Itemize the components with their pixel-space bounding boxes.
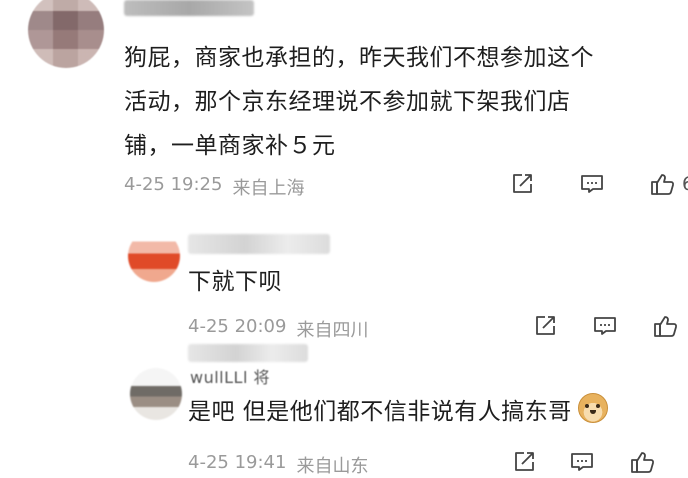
comment-location: 来自上海 (232, 178, 305, 199)
comment-date: 4-25 20:09 (188, 316, 287, 337)
reply-item: wullLLl 将 是吧 但是他们都不信非说有人搞东哥 4-25 19:41 来… (0, 344, 688, 478)
author-name-blurred[interactable] (188, 234, 330, 254)
comment-meta: 4-25 19:25 来自上海 (124, 174, 304, 200)
comment-text-line: 铺，一单商家补５元 (124, 133, 336, 159)
reply-button[interactable] (568, 448, 596, 476)
reply-icon (571, 453, 593, 471)
comment-text-line: 下就下呗 (188, 269, 282, 295)
reply-icon (594, 317, 616, 335)
comment-text: 是吧 但是他们都不信非说有人搞东哥 (188, 390, 608, 434)
comment-location: 来自四川 (296, 320, 369, 341)
avatar[interactable] (130, 368, 182, 420)
comment-item: 狗屁，商家也承担的，昨天我们不想参加这个 活动，那个京东经理说不参加就下架我们店… (0, 0, 688, 210)
reply-icon (581, 175, 603, 193)
author-name-partial[interactable]: wullLLl 将 (190, 364, 270, 388)
share-button[interactable] (531, 312, 559, 340)
comment-text-line: 狗屁，商家也承担的，昨天我们不想参加这个 (124, 45, 594, 71)
like-count: 6 (682, 173, 688, 195)
comment-meta: 4-25 19:41 来自山东 (188, 452, 368, 478)
avatar[interactable] (128, 230, 180, 282)
like-button[interactable] (651, 312, 679, 340)
thumbs-up-icon (631, 452, 655, 473)
like-button[interactable] (628, 448, 656, 476)
author-name-blurred[interactable] (188, 344, 308, 362)
reply-item: 下就下呗 4-25 20:09 来自四川 (0, 222, 688, 350)
share-icon (513, 174, 532, 193)
doge-emoji-icon (577, 393, 608, 423)
comment-text-line: 是吧 但是他们都不信非说有人搞东哥 (188, 399, 572, 425)
comment-date: 4-25 19:41 (188, 452, 287, 473)
thumbs-up-icon (654, 316, 678, 337)
reply-button[interactable] (578, 170, 606, 198)
thumbs-up-icon (651, 174, 675, 195)
share-button[interactable] (508, 170, 536, 198)
comment-date: 4-25 19:25 (124, 174, 223, 195)
author-name-blurred[interactable] (124, 0, 254, 16)
comment-actions: 6 (508, 170, 688, 198)
comment-actions (510, 448, 656, 476)
reply-button[interactable] (591, 312, 619, 340)
comment-meta: 4-25 20:09 来自四川 (188, 316, 368, 342)
share-button[interactable] (510, 448, 538, 476)
like-button[interactable] (648, 170, 676, 198)
comment-location: 来自山东 (296, 456, 369, 477)
share-icon (515, 452, 534, 471)
comment-text: 狗屁，商家也承担的，昨天我们不想参加这个 活动，那个京东经理说不参加就下架我们店… (124, 36, 680, 168)
avatar[interactable] (28, 0, 104, 68)
comment-text-line: 活动，那个京东经理说不参加就下架我们店 (124, 89, 571, 115)
comment-actions (531, 312, 679, 340)
comment-text: 下就下呗 (188, 260, 282, 304)
share-icon (536, 316, 555, 335)
